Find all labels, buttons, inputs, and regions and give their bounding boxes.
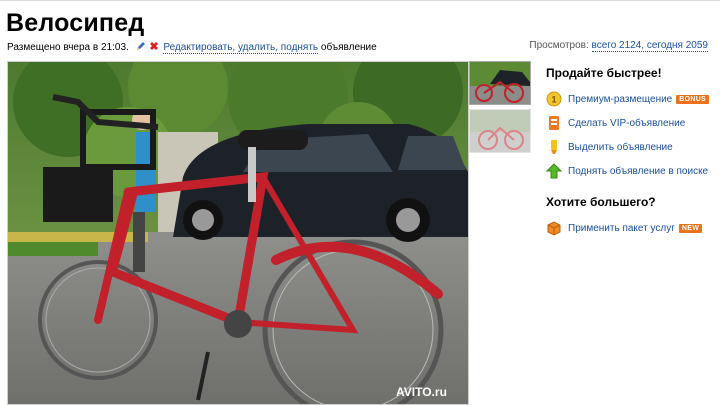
thumbnail-1[interactable] [469,61,531,105]
raise-link[interactable]: Поднять объявление в поиске [568,166,708,177]
edit-delete-raise-link[interactable]: Редактировать, удалить, поднять [163,42,319,54]
actions-tail-text: объявление [320,42,377,53]
edit-pencil-icon[interactable] [136,41,146,51]
bonus-badge: BONUS [676,94,710,104]
highlight-link[interactable]: Выделить объявление [568,142,673,153]
highlight-item[interactable]: Выделить объявление [546,135,716,159]
thumbnail-2[interactable] [469,109,531,153]
package-link[interactable]: Применить пакет услуг [568,223,675,234]
views-value[interactable]: всего 2124, сегодня 2059 [591,40,708,52]
premium-placement-link[interactable]: Премиум-размещение [568,94,672,105]
green-up-arrow-icon [545,163,563,179]
avito-watermark: AVITO.ru [396,385,447,399]
vip-link[interactable]: Сделать VIP-объявление [568,118,685,129]
sell-faster-heading: Продайте быстрее! [546,66,662,80]
front-basket [43,167,113,222]
premium-placement-item[interactable]: 1 Премиум-размещение BONUS [546,87,716,111]
delete-cross-icon[interactable]: ✖ [149,41,158,53]
new-badge: NEW [678,223,703,233]
vip-item[interactable]: Сделать VIP-объявление [546,111,716,135]
raise-item[interactable]: Поднять объявление в поиске [545,159,716,183]
vip-icon [546,115,562,131]
premium-coin-icon: 1 [546,91,562,107]
promotion-panel: Продайте быстрее! 1 Премиум-размещение B… [545,66,716,240]
posted-time: Размещено вчера в 21:03. [7,42,129,53]
page-title: Велосипед [6,9,145,37]
top-divider [0,0,720,1]
views-counter: Просмотров: всего 2124, сегодня 2059 [529,40,708,52]
package-box-icon [546,220,562,236]
highlighter-icon [546,139,562,155]
main-photo[interactable]: AVITO.ru [7,61,469,405]
listing-meta: Размещено вчера в 21:03. ✖ Редактировать… [7,40,377,54]
want-more-heading: Хотите большего? [546,195,656,209]
bicycle-photo: AVITO.ru [8,62,468,404]
svg-text:1: 1 [551,95,556,105]
package-item[interactable]: Применить пакет услуг NEW [546,216,716,240]
views-label: Просмотров: [529,40,589,51]
